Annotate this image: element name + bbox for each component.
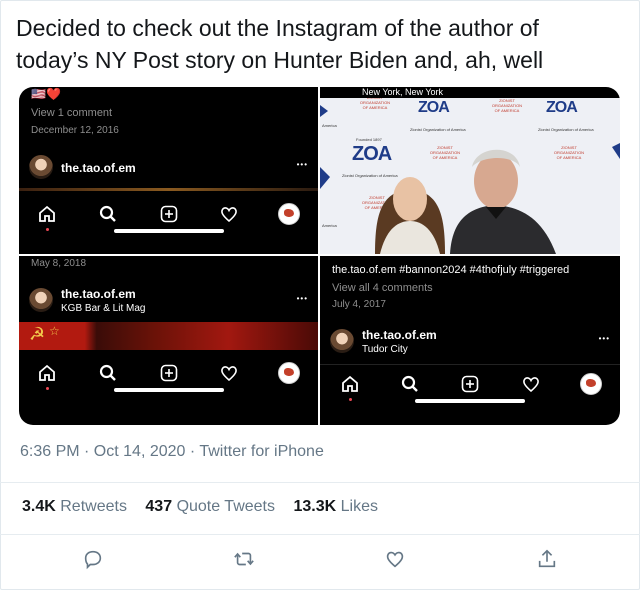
- hammer-sickle-icon: ☭: [29, 324, 46, 344]
- screenshot-pane-4[interactable]: the.tao.of.em #bannon2024 #4thofjuly #tr…: [320, 256, 620, 425]
- home-indicator: [113, 229, 224, 233]
- location-bar: New York, New York: [320, 87, 620, 98]
- share-icon[interactable]: [536, 548, 558, 575]
- flag-heart-emoji: 🇺🇸❤️: [31, 87, 61, 101]
- retweet-icon[interactable]: [232, 548, 256, 575]
- search-icon[interactable]: [398, 373, 422, 395]
- username[interactable]: the.tao.of.em: [61, 161, 136, 175]
- search-icon[interactable]: [96, 362, 120, 384]
- home-icon[interactable]: [35, 203, 59, 225]
- post-caption: the.tao.of.em #bannon2024 #4thofjuly #tr…: [332, 264, 570, 276]
- heart-icon[interactable]: [519, 373, 543, 395]
- more-options-icon[interactable]: •••: [297, 160, 308, 169]
- search-icon[interactable]: [96, 203, 120, 225]
- home-icon[interactable]: [35, 362, 59, 384]
- post-date: May 8, 2018: [31, 258, 87, 269]
- engagement-counts: 3.4K Retweets 437 Quote Tweets 13.3K Lik…: [22, 498, 378, 516]
- notification-dot: [349, 398, 352, 401]
- divider: [0, 534, 640, 535]
- tweet-timestamp[interactable]: 6:36 PM · Oct 14, 2020 · Twitter for iPh…: [20, 443, 324, 461]
- retweets-count: 3.4K: [22, 498, 56, 515]
- instagram-tab-bar: [320, 364, 620, 411]
- tweet-text: Decided to check out the Instagram of th…: [16, 15, 544, 73]
- kgb-bar-image: ☭ ☆: [19, 322, 318, 350]
- home-indicator: [113, 388, 224, 392]
- avatar[interactable]: [29, 155, 53, 179]
- instagram-tab-bar: [19, 195, 318, 241]
- likes-count: 13.3K: [293, 498, 337, 515]
- post-location[interactable]: New York, New York: [362, 87, 443, 97]
- profile-icon[interactable]: [277, 362, 301, 384]
- retweets-label: Retweets: [60, 498, 127, 515]
- view-comments-link[interactable]: View all 4 comments: [332, 282, 433, 294]
- more-options-icon[interactable]: •••: [297, 294, 308, 303]
- username[interactable]: the.tao.of.em: [61, 287, 136, 301]
- heart-icon[interactable]: [217, 203, 241, 225]
- divider: [0, 482, 640, 483]
- post-date: July 4, 2017: [332, 299, 386, 310]
- screenshot-pane-2[interactable]: ZOA ZOA ZOA ZIONIST ORGANIZATION OF AMER…: [320, 87, 620, 254]
- quote-tweets-stat[interactable]: 437 Quote Tweets: [145, 498, 275, 515]
- likes-label: Likes: [340, 498, 378, 515]
- post-location[interactable]: KGB Bar & Lit Mag: [61, 303, 145, 314]
- home-indicator: [415, 399, 525, 403]
- screenshot-pane-1[interactable]: 🇺🇸❤️ View 1 comment December 12, 2016 th…: [19, 87, 318, 254]
- post-date: December 12, 2016: [31, 125, 119, 136]
- notification-dot: [46, 387, 49, 390]
- quote-tweets-count: 437: [145, 498, 173, 515]
- profile-icon[interactable]: [277, 203, 301, 225]
- quote-tweets-label: Quote Tweets: [176, 498, 275, 515]
- likes-stat[interactable]: 13.3K Likes: [293, 498, 378, 515]
- reply-icon[interactable]: [82, 548, 104, 575]
- avatar[interactable]: [330, 329, 354, 353]
- post-location[interactable]: Tudor City: [362, 344, 408, 355]
- new-post-icon[interactable]: [157, 203, 181, 225]
- notification-dot: [46, 228, 49, 231]
- image-strip: [19, 188, 318, 191]
- screenshot-pane-3[interactable]: May 8, 2018 the.tao.of.em KGB Bar & Lit …: [19, 256, 318, 425]
- new-post-icon[interactable]: [458, 373, 482, 395]
- retweets-stat[interactable]: 3.4K Retweets: [22, 498, 127, 515]
- view-comments-link[interactable]: View 1 comment: [31, 107, 112, 119]
- avatar[interactable]: [29, 288, 53, 312]
- tweet-media-grid[interactable]: 🇺🇸❤️ View 1 comment December 12, 2016 th…: [19, 87, 620, 425]
- home-icon[interactable]: [338, 373, 362, 395]
- profile-icon[interactable]: [579, 373, 603, 395]
- instagram-tab-bar: [19, 354, 318, 400]
- heart-icon[interactable]: [217, 362, 241, 384]
- event-photo: ZOA ZOA ZOA ZIONIST ORGANIZATION OF AMER…: [320, 95, 620, 254]
- new-post-icon[interactable]: [157, 362, 181, 384]
- people-silhouettes: [320, 105, 620, 254]
- more-options-icon[interactable]: •••: [599, 334, 610, 343]
- username[interactable]: the.tao.of.em: [362, 328, 437, 342]
- star-icon: ☆: [49, 324, 60, 338]
- like-icon[interactable]: [384, 548, 406, 575]
